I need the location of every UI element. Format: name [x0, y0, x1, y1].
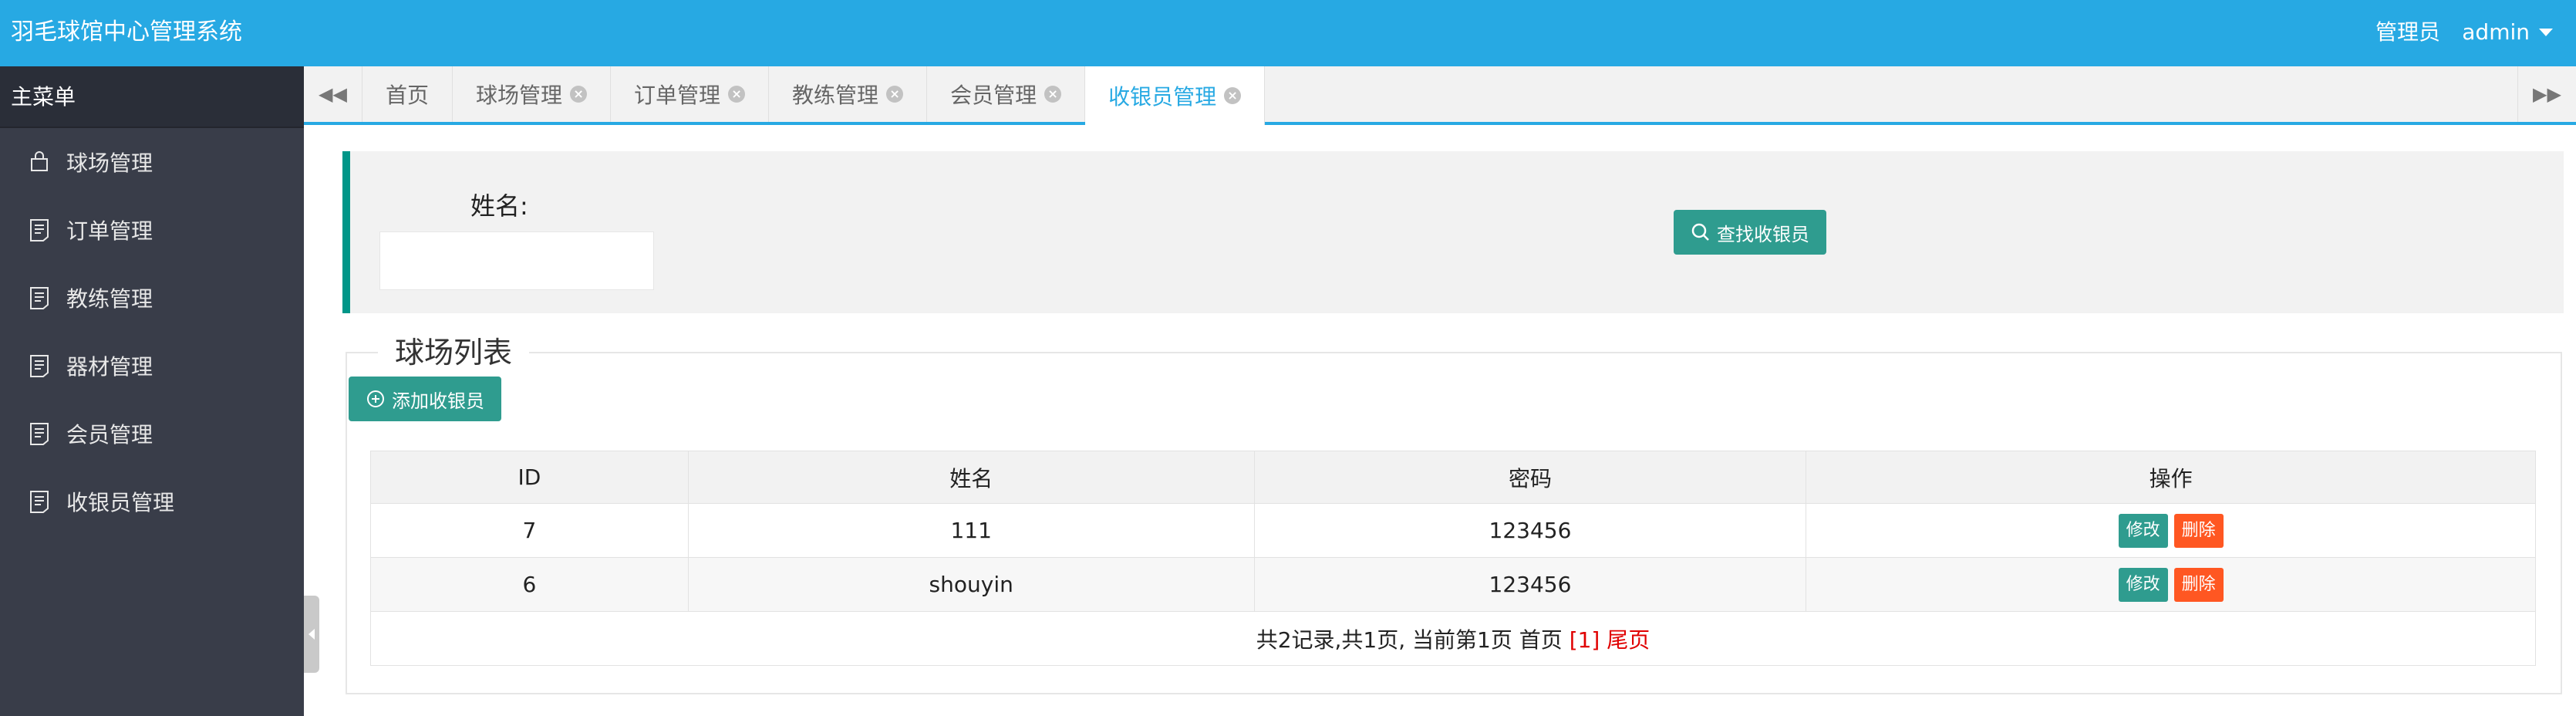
- sidebar-item-label: 教练管理: [66, 286, 153, 312]
- sidebar-item-label: 器材管理: [66, 354, 153, 380]
- search-button-label: 查找收银员: [1717, 223, 1809, 245]
- pagination-summary: 共2记录,共1页, 当前第1页: [1256, 626, 1512, 653]
- plus-circle-icon: [367, 390, 384, 407]
- sidebar-item-label: 收银员管理: [66, 490, 175, 515]
- tab-coaches[interactable]: 教练管理 ×: [769, 66, 928, 122]
- chevron-down-icon: [2539, 29, 2553, 36]
- tab-label: 教练管理: [792, 83, 879, 108]
- cell-actions: 修改 删除: [1806, 557, 2536, 612]
- tab-home[interactable]: 首页: [362, 66, 453, 122]
- sidebar-item-cashiers[interactable]: 收银员管理: [0, 468, 304, 535]
- tab-label: 收银员管理: [1108, 84, 1217, 110]
- column-header-id: ID: [370, 451, 689, 504]
- tab-orders[interactable]: 订单管理 ×: [611, 66, 770, 122]
- app-title: 羽毛球馆中心管理系统: [11, 19, 242, 46]
- column-header-actions: 操作: [1806, 451, 2536, 504]
- sidebar-item-equipment[interactable]: 器材管理: [0, 332, 304, 400]
- table-row: 6 shouyin 123456 修改 删除: [370, 557, 2536, 612]
- tab-scroll-right-button[interactable]: ▶▶: [2517, 66, 2576, 122]
- edit-button[interactable]: 修改: [2118, 567, 2168, 602]
- sidebar-heading: 主菜单: [0, 66, 304, 128]
- sidebar-item-coaches[interactable]: 教练管理: [0, 264, 304, 332]
- tab-label: 会员管理: [950, 83, 1037, 108]
- document-icon: [28, 354, 51, 377]
- document-icon: [28, 422, 51, 445]
- double-chevron-left-icon: ◀◀: [319, 83, 347, 105]
- column-header-password: 密码: [1253, 451, 1807, 504]
- document-icon: [28, 490, 51, 513]
- last-page-link[interactable]: 尾页: [1607, 627, 1650, 653]
- close-icon[interactable]: ×: [728, 86, 746, 103]
- tab-courts[interactable]: 球场管理 ×: [453, 66, 612, 122]
- sidebar-item-orders[interactable]: 订单管理: [0, 196, 304, 264]
- tab-scroll-left-button[interactable]: ◀◀: [304, 66, 362, 122]
- delete-button[interactable]: 删除: [2173, 567, 2224, 602]
- cell-name: shouyin: [687, 557, 1255, 612]
- document-icon: [28, 218, 51, 241]
- top-header: 羽毛球馆中心管理系统 管理员 admin: [0, 0, 2576, 66]
- table-row: 7 111 123456 修改 删除: [370, 503, 2536, 558]
- username: admin: [2462, 19, 2530, 45]
- document-icon: [28, 286, 51, 309]
- sidebar-item-members[interactable]: 会员管理: [0, 400, 304, 468]
- close-icon[interactable]: ×: [570, 86, 588, 103]
- chevron-left-icon: [309, 629, 315, 640]
- name-search-input[interactable]: [379, 231, 654, 290]
- tab-list: 首页 球场管理 × 订单管理 × 教练管理 × 会员管理 × 收银员管理 ×: [362, 66, 1266, 125]
- close-icon[interactable]: ×: [1044, 86, 1062, 103]
- search-cashier-button[interactable]: 查找收银员: [1674, 210, 1826, 255]
- tab-bar: ◀◀ 首页 球场管理 × 订单管理 × 教练管理 × 会员管理 × 收银员管理 …: [304, 66, 2576, 125]
- close-icon[interactable]: ×: [1224, 87, 1242, 104]
- pagination-row: 共2记录,共1页, 当前第1页 首页 [1] 尾页: [370, 611, 2536, 666]
- cell-actions: 修改 删除: [1806, 503, 2536, 558]
- tab-label: 订单管理: [634, 83, 721, 108]
- tab-members[interactable]: 会员管理 ×: [927, 66, 1086, 122]
- table-header-row: ID 姓名 密码 操作: [370, 451, 2536, 504]
- double-chevron-right-icon: ▶▶: [2533, 83, 2561, 105]
- search-panel: 姓名: 查找收银员: [342, 151, 2564, 313]
- name-label: 姓名:: [470, 191, 528, 221]
- search-icon: [1691, 223, 1709, 241]
- current-page-link[interactable]: [1]: [1570, 627, 1600, 653]
- tab-label: 球场管理: [476, 83, 563, 108]
- sidebar-item-label: 球场管理: [66, 150, 153, 176]
- first-page-link[interactable]: 首页: [1519, 627, 1563, 653]
- cell-id: 6: [370, 557, 689, 612]
- column-header-name: 姓名: [687, 451, 1255, 504]
- user-menu[interactable]: admin: [2462, 17, 2553, 48]
- add-button-label: 添加收银员: [392, 390, 484, 412]
- edit-button[interactable]: 修改: [2118, 513, 2168, 548]
- tab-cashiers[interactable]: 收银员管理 ×: [1085, 66, 1266, 125]
- sidebar-collapse-handle[interactable]: [304, 596, 319, 673]
- role-label: 管理员: [2375, 19, 2440, 45]
- close-icon[interactable]: ×: [886, 86, 904, 103]
- tab-label: 首页: [386, 83, 430, 108]
- add-cashier-button[interactable]: 添加收银员: [349, 377, 501, 421]
- sidebar-item-courts[interactable]: 球场管理: [0, 128, 304, 196]
- sidebar: 主菜单 球场管理 订单管理 教练管理 器材管理 会员管理 收银员管理: [0, 66, 304, 716]
- sidebar-item-label: 会员管理: [66, 422, 153, 448]
- sidebar-item-label: 订单管理: [66, 218, 153, 244]
- list-legend: 球场列表: [378, 333, 530, 372]
- cell-id: 7: [370, 503, 689, 558]
- pagination: 共2记录,共1页, 当前第1页 首页 [1] 尾页: [370, 611, 2536, 666]
- cashier-table: ID 姓名 密码 操作 7 111 123456 修改 删除 6 shouyin…: [370, 451, 2536, 666]
- delete-button[interactable]: 删除: [2173, 513, 2224, 548]
- cell-password: 123456: [1253, 503, 1807, 558]
- cell-password: 123456: [1253, 557, 1807, 612]
- bag-icon: [28, 150, 51, 174]
- cell-name: 111: [687, 503, 1255, 558]
